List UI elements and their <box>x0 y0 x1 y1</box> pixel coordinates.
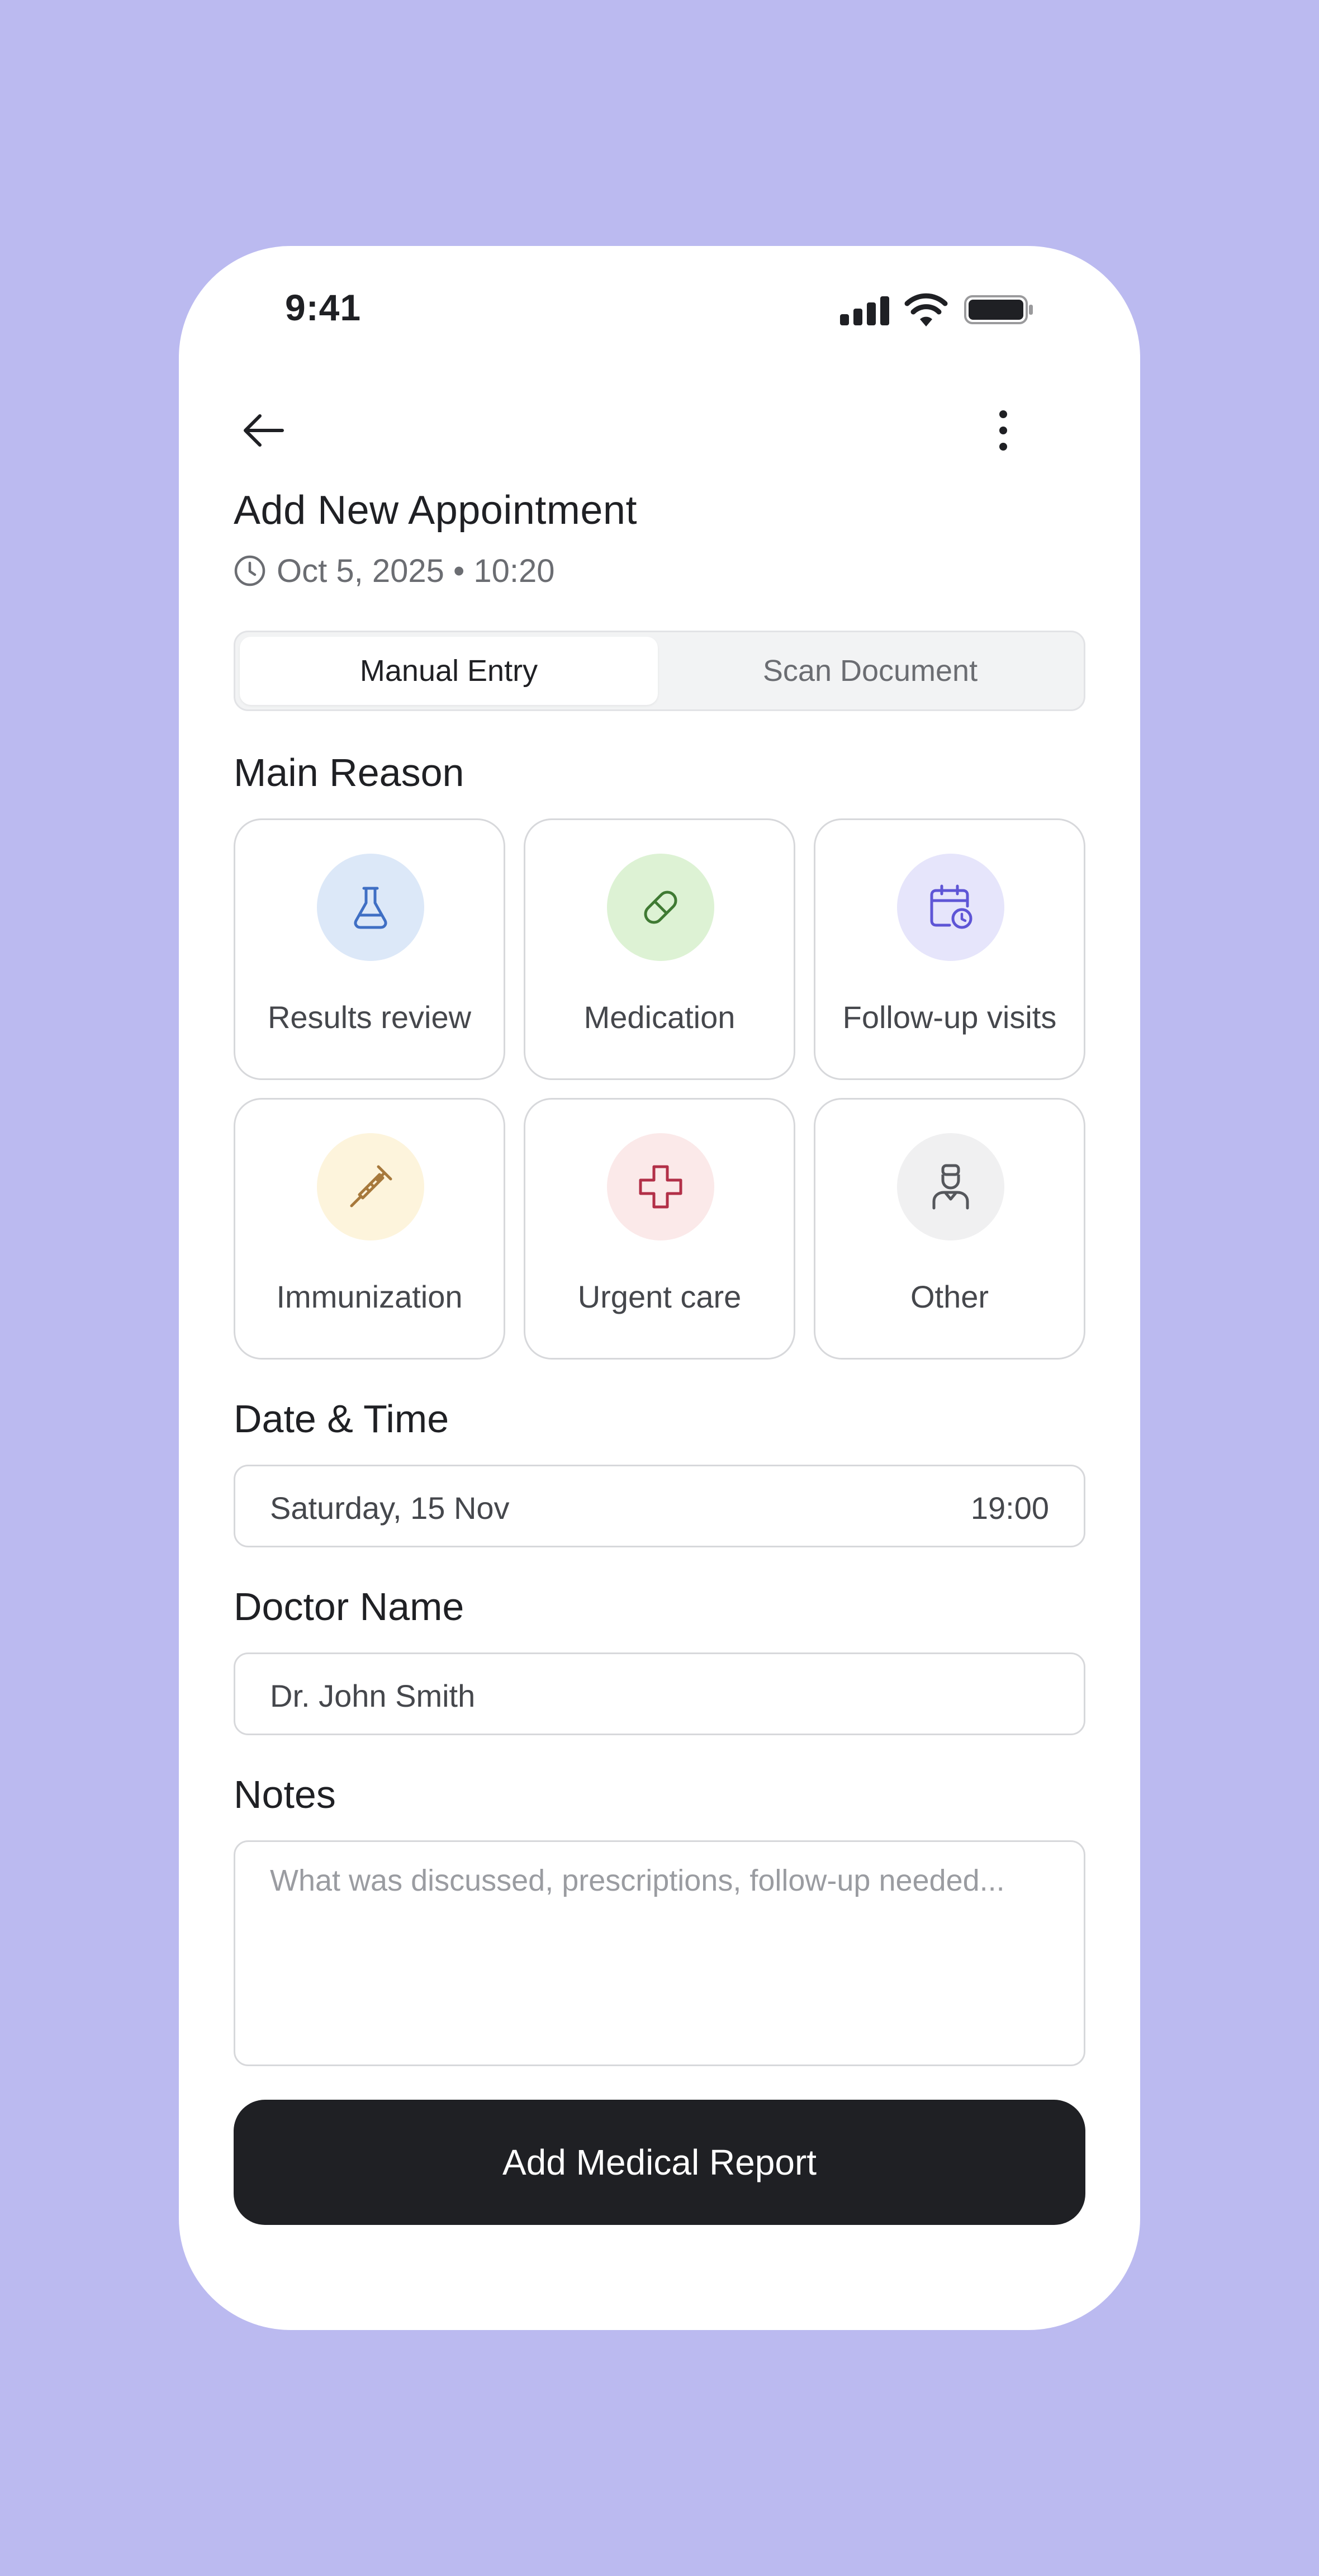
reason-icon-bg <box>607 854 714 961</box>
back-arrow-icon[interactable] <box>238 408 288 453</box>
date-time-label: Date & Time <box>234 1397 449 1441</box>
doctor-name-label: Doctor Name <box>234 1585 464 1628</box>
appointment-datetime: Oct 5, 2025 • 10:20 <box>277 553 555 589</box>
more-vertical-icon[interactable] <box>984 405 1023 456</box>
reason-option-urgent-care[interactable]: Urgent care <box>524 1098 795 1360</box>
doctor-name-field[interactable]: Dr. John Smith <box>234 1652 1085 1735</box>
phone-screen: 9:41 Add New Appointment Oct 5, 2025 • 1… <box>179 246 1140 2330</box>
doctor-icon <box>932 1164 969 1210</box>
page-title: Add New Appointment <box>234 488 637 533</box>
reason-label: Urgent care <box>577 1279 742 1314</box>
wifi-icon <box>904 293 948 326</box>
reason-option-immunization[interactable]: Immunization <box>234 1098 505 1360</box>
reason-label: Immunization <box>276 1279 463 1314</box>
notes-label: Notes <box>234 1773 336 1816</box>
battery-icon <box>964 295 1033 324</box>
signal-icon <box>840 296 889 325</box>
syringe-icon <box>350 1165 392 1208</box>
medical-cross-icon <box>639 1165 682 1209</box>
doctor-name-value: Dr. John Smith <box>270 1678 476 1713</box>
status-time: 9:41 <box>285 287 362 328</box>
pill-icon <box>644 891 677 924</box>
reason-label: Other <box>910 1279 989 1314</box>
date-time-field[interactable]: Saturday, 15 Nov 19:00 <box>234 1465 1085 1547</box>
reason-label: Medication <box>583 1000 736 1035</box>
reason-icon-bg <box>897 1133 1004 1240</box>
reason-option-follow-up-visits[interactable]: Follow-up visits <box>814 818 1085 1080</box>
clock-icon <box>234 555 265 586</box>
reason-icon-bg <box>317 854 424 961</box>
add-medical-report-button[interactable]: Add Medical Report <box>234 2100 1085 2225</box>
time-value[interactable]: 19:00 <box>971 1490 1049 1526</box>
tab-scan-document[interactable]: Scan Document <box>661 637 1079 705</box>
reason-icon-bg <box>607 1133 714 1240</box>
reason-icon-bg <box>897 854 1004 961</box>
reason-label: Follow-up visits <box>842 1000 1057 1035</box>
entry-mode-tabs: Manual Entry Scan Document <box>234 631 1085 711</box>
date-value: Saturday, 15 Nov <box>270 1490 510 1526</box>
notes-placeholder: What was discussed, prescriptions, follo… <box>270 1864 1005 1897</box>
reason-option-other[interactable]: Other <box>814 1098 1085 1360</box>
reason-option-medication[interactable]: Medication <box>524 818 795 1080</box>
flask-icon <box>354 887 387 929</box>
reason-icon-bg <box>317 1133 424 1240</box>
reason-option-results-review[interactable]: Results review <box>234 818 505 1080</box>
notes-textarea[interactable]: What was discussed, prescriptions, follo… <box>234 1840 1085 2066</box>
main-reason-label: Main Reason <box>234 751 464 794</box>
tab-manual-entry[interactable]: Manual Entry <box>240 637 658 705</box>
calendar-clock-icon <box>930 884 972 929</box>
reason-label: Results review <box>267 1000 472 1035</box>
